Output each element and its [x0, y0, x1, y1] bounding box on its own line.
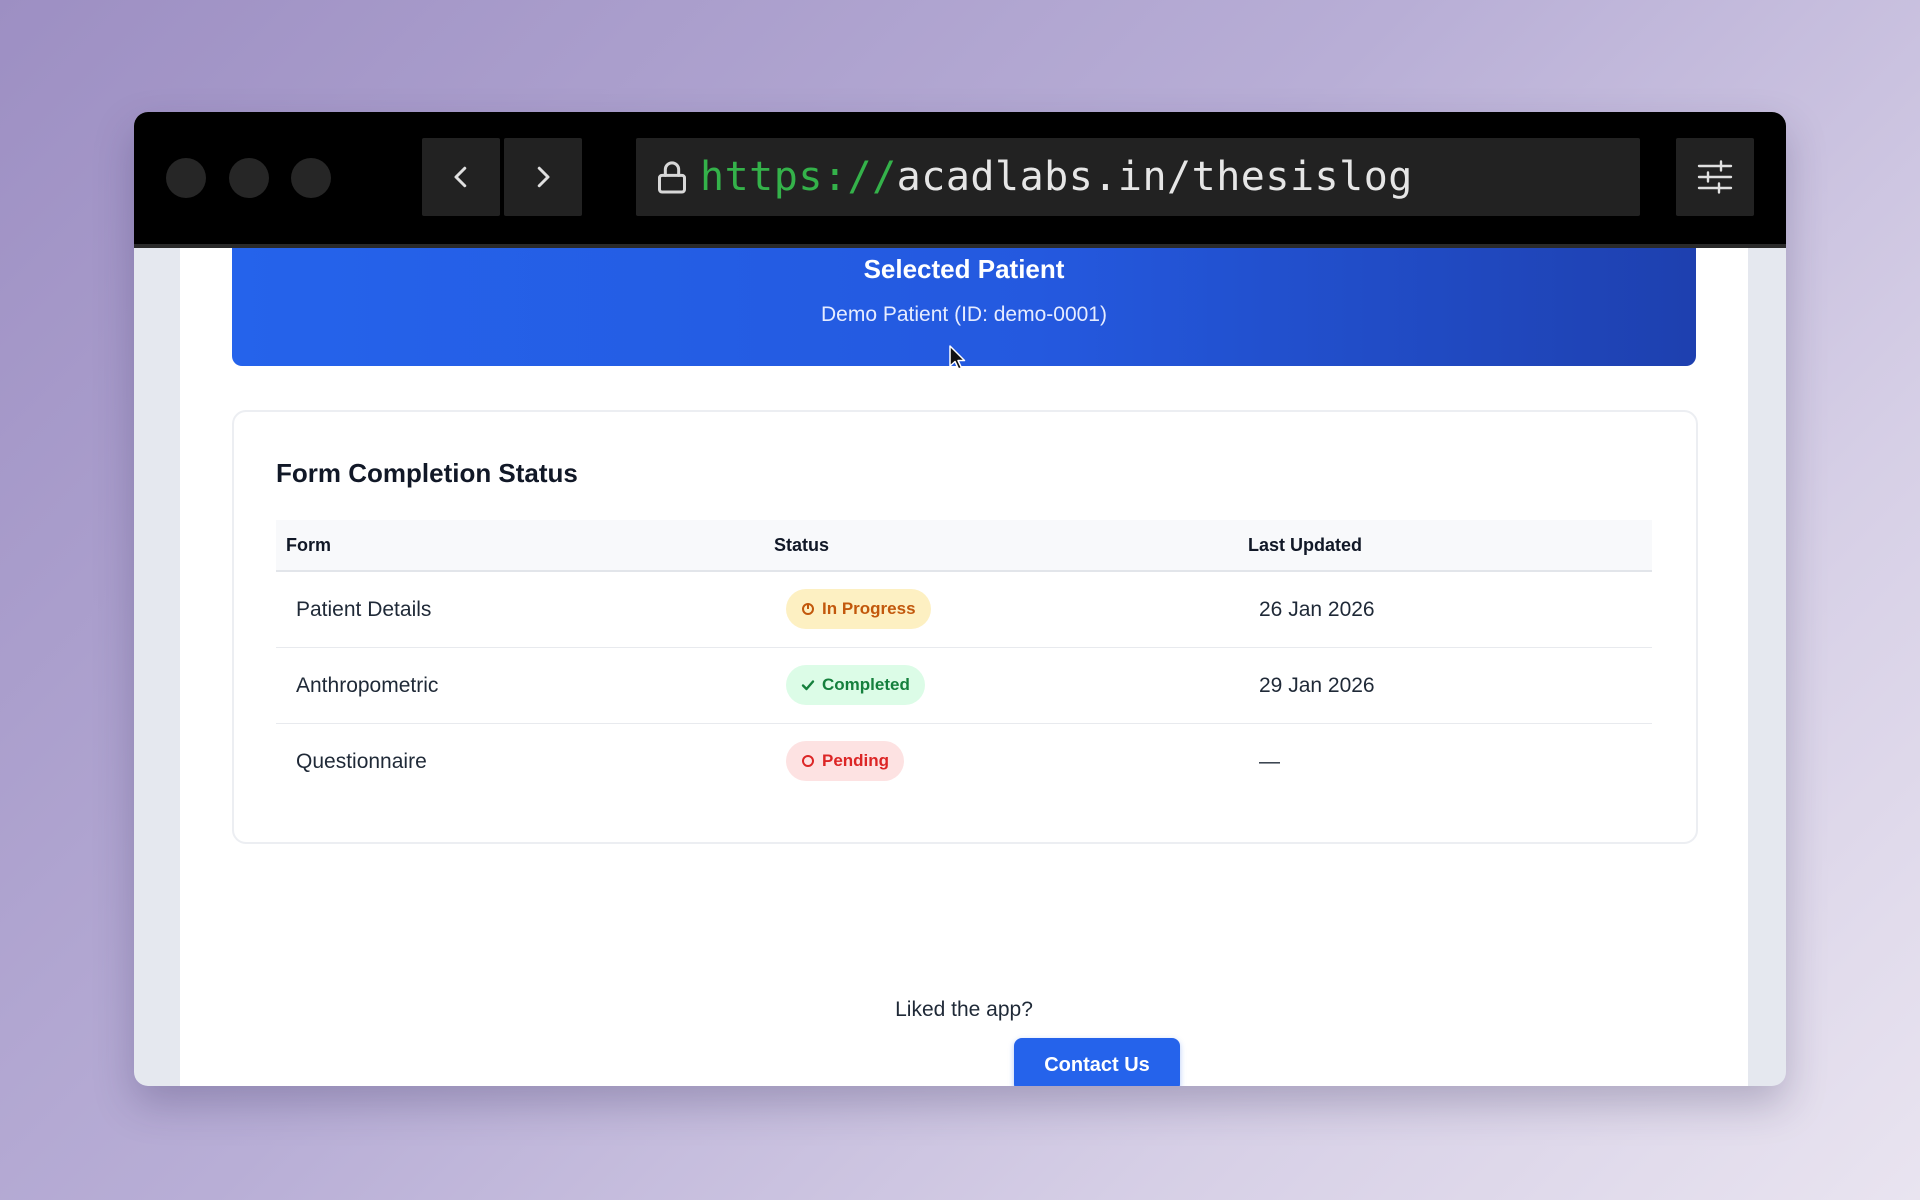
forward-button[interactable]: [504, 138, 582, 216]
last-updated: 26 Jan 2026: [1259, 598, 1375, 621]
last-updated: —: [1259, 750, 1280, 773]
window-minimize-control[interactable]: [229, 158, 269, 198]
status-badge: Pending: [786, 741, 905, 781]
column-header-status: Status: [774, 535, 830, 555]
back-button[interactable]: [422, 138, 500, 216]
progress-circle-icon: [801, 602, 815, 616]
table-row[interactable]: Patient Details In Progress 26 Jan 2026: [276, 572, 1652, 648]
column-header-form: Form: [286, 535, 331, 555]
patient-banner-title: Selected Patient: [863, 254, 1065, 284]
browser-window: https://acadlabs.in/thesislog Selected P…: [134, 112, 1786, 1086]
empty-circle-icon: [801, 754, 815, 768]
form-status-card: Form Completion Status Form Status Last …: [232, 410, 1698, 844]
status-badge: Completed: [786, 665, 925, 705]
status-badge: In Progress: [786, 589, 931, 629]
window-maximize-control[interactable]: [291, 158, 331, 198]
form-name: Patient Details: [296, 598, 432, 621]
chevron-left-icon: [454, 166, 467, 188]
lock-icon: [652, 156, 692, 198]
chevron-right-icon: [537, 166, 550, 188]
window-close-control[interactable]: [166, 158, 206, 198]
table-row[interactable]: Anthropometric Completed 29 Jan 2026: [276, 648, 1652, 724]
sliders-icon: [1697, 160, 1733, 194]
form-status-table: Form Status Last Updated Patient Details…: [276, 520, 1652, 799]
column-header-last-updated: Last Updated: [1248, 535, 1363, 555]
url-text: https://acadlabs.in/thesislog: [700, 154, 1413, 200]
form-name: Questionnaire: [296, 750, 427, 773]
card-title: Form Completion Status: [276, 458, 578, 488]
settings-button[interactable]: [1676, 138, 1754, 216]
check-icon: [801, 678, 815, 692]
table-header: Form Status Last Updated: [276, 520, 1652, 572]
last-updated: 29 Jan 2026: [1259, 674, 1375, 697]
mouse-cursor-icon: [949, 345, 966, 370]
address-bar[interactable]: https://acadlabs.in/thesislog: [636, 138, 1640, 216]
feedback-prompt: Liked the app?: [895, 998, 1033, 1021]
browser-toolbar: https://acadlabs.in/thesislog: [134, 112, 1786, 248]
table-row[interactable]: Questionnaire Pending —: [276, 724, 1652, 799]
contact-us-button[interactable]: Contact Us: [1014, 1038, 1180, 1086]
page-content: Selected Patient Demo Patient (ID: demo-…: [180, 248, 1748, 1086]
patient-banner-subtitle: Demo Patient (ID: demo-0001): [821, 303, 1107, 326]
form-name: Anthropometric: [296, 674, 439, 697]
